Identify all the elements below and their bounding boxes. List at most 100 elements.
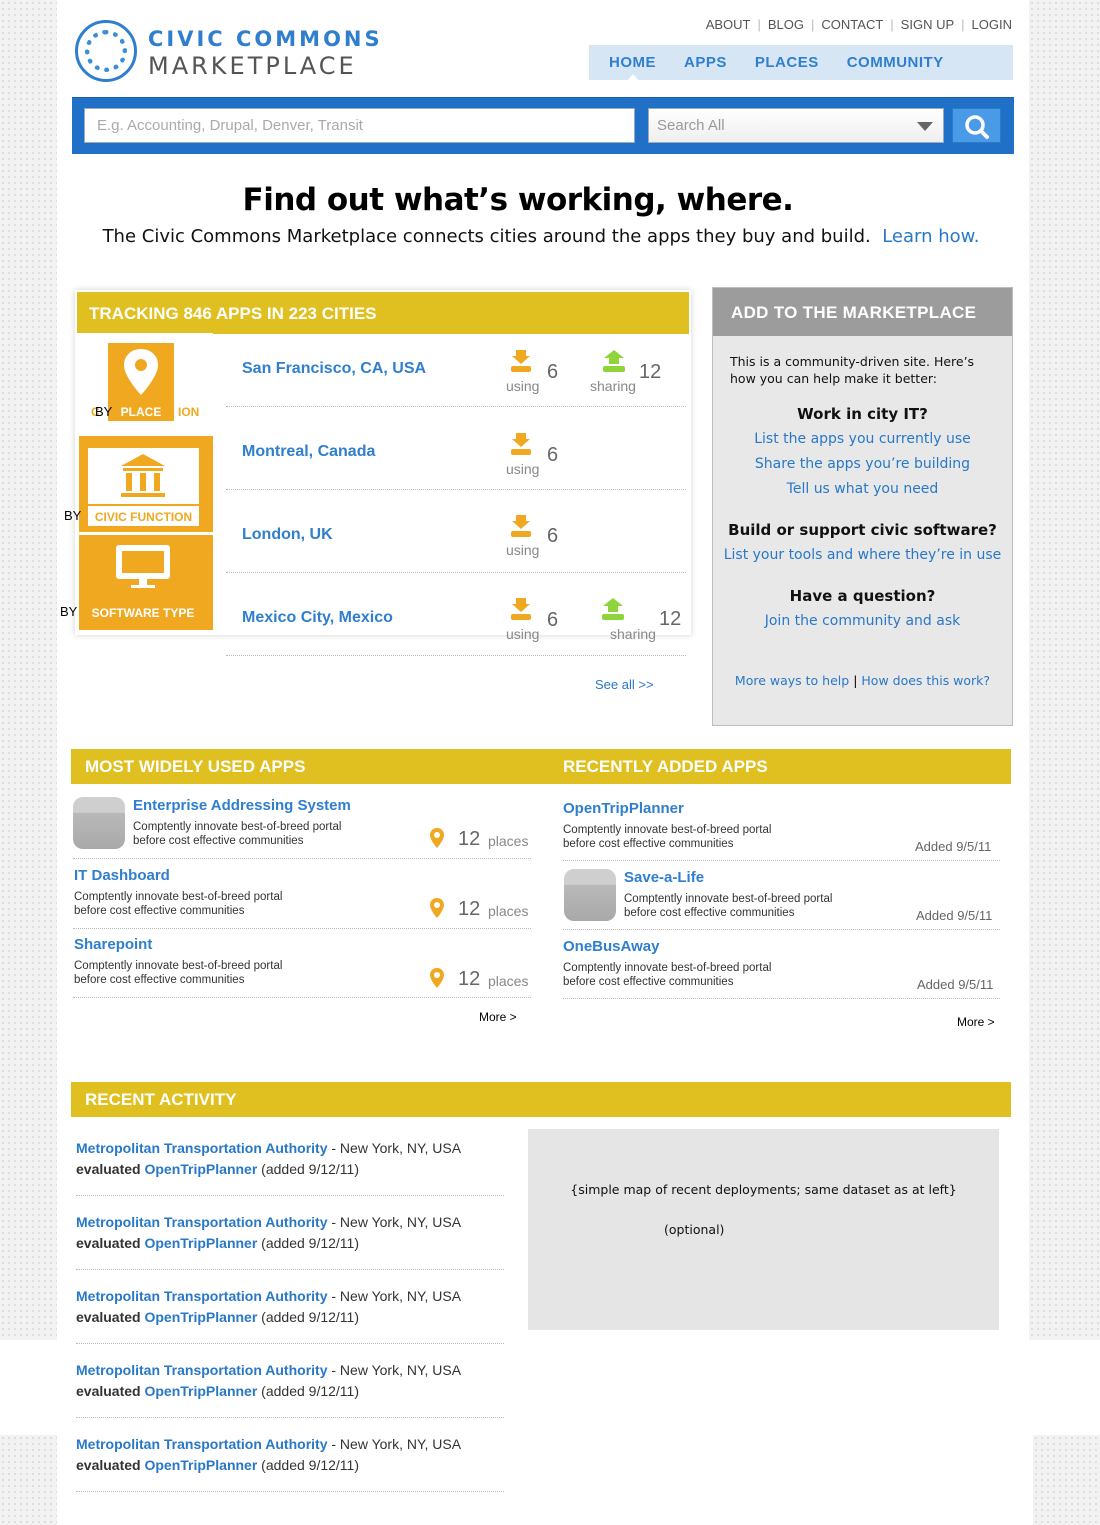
row-divider — [76, 1417, 504, 1418]
top-link-blog[interactable]: BLOG — [768, 17, 804, 32]
recent-activity-bar: RECENT ACTIVITY — [71, 1082, 1011, 1117]
row-divider — [563, 860, 1000, 861]
map-pin-icon — [124, 349, 158, 395]
using-count-1: 6 — [547, 444, 559, 466]
recent-app-1[interactable]: Save-a-Life — [624, 869, 704, 886]
activity-item: Metropolitan Transportation Authority - … — [76, 1212, 506, 1254]
learn-how-link[interactable]: Learn how. — [882, 226, 979, 247]
activity-app-link[interactable]: OpenTripPlanner — [144, 1161, 257, 1177]
separator: | — [811, 17, 815, 32]
search-icon — [965, 115, 989, 139]
activity-app-link[interactable]: OpenTripPlanner — [144, 1235, 257, 1251]
civic-function-icon-box — [88, 448, 199, 504]
nav-apps[interactable]: APPS — [684, 54, 727, 71]
recent-deployments-map[interactable]: {simple map of recent deployments; same … — [528, 1129, 999, 1330]
link-share-apps[interactable]: Share the apps you’re building — [713, 456, 1012, 472]
link-tell-us[interactable]: Tell us what you need — [713, 481, 1012, 497]
places-count: 12 — [458, 968, 481, 990]
activity-app-link[interactable]: OpenTripPlanner — [144, 1457, 257, 1473]
download-icon — [511, 598, 531, 620]
app-desc-line1: Comptently innovate best-of-breed portal — [133, 821, 342, 833]
row-divider — [76, 1343, 504, 1344]
most-used-app-1[interactable]: IT Dashboard — [74, 867, 170, 884]
activity-verb: evaluated — [76, 1161, 145, 1177]
map-optional: (optional) — [664, 1222, 725, 1237]
how-works-link[interactable]: How does this work? — [861, 673, 990, 688]
add-panel-intro: This is a community-driven site. Here’s … — [730, 354, 975, 386]
top-link-contact[interactable]: CONTACT — [821, 17, 883, 32]
row-divider — [226, 572, 686, 573]
using-label-1: using — [506, 461, 540, 477]
activity-org-link[interactable]: Metropolitan Transportation Authority — [76, 1288, 327, 1304]
app-desc-line2: before cost effective communities — [563, 976, 734, 988]
civic-commons-logo-icon[interactable] — [75, 20, 137, 82]
download-icon — [511, 433, 531, 455]
row-divider — [76, 1269, 504, 1270]
link-list-apps[interactable]: List the apps you currently use — [713, 431, 1012, 447]
see-all-link[interactable]: See all >> — [595, 677, 654, 692]
search-input[interactable]: E.g. Accounting, Drupal, Denver, Transit — [84, 108, 635, 143]
link-join-community[interactable]: Join the community and ask — [713, 613, 1012, 629]
nav-places[interactable]: PLACES — [755, 54, 819, 71]
separator: | — [890, 17, 894, 32]
added-date: Added 9/5/11 — [916, 908, 993, 923]
map-pin-icon — [430, 898, 444, 918]
app-desc-line1: Comptently innovate best-of-breed portal — [74, 891, 283, 903]
city-link-3[interactable]: Mexico City, Mexico — [242, 609, 393, 627]
nav-community[interactable]: COMMUNITY — [847, 54, 944, 71]
app-desc-line2: before cost effective communities — [74, 905, 245, 917]
activity-org-link[interactable]: Metropolitan Transportation Authority — [76, 1140, 327, 1156]
most-used-app-0[interactable]: Enterprise Addressing System — [133, 797, 351, 814]
top-link-login[interactable]: LOGIN — [972, 17, 1012, 32]
most-used-more-link[interactable]: More > — [479, 1010, 517, 1024]
activity-verb: evaluated — [76, 1235, 145, 1251]
activity-verb: evaluated — [76, 1309, 145, 1325]
activity-app-link[interactable]: OpenTripPlanner — [144, 1383, 257, 1399]
activity-app-link[interactable]: OpenTripPlanner — [144, 1309, 257, 1325]
recently-added-more-link[interactable]: More > — [957, 1015, 995, 1029]
search-scope-select[interactable]: Search All — [648, 108, 944, 143]
dropdown-arrow-icon — [917, 122, 933, 131]
city-link-1[interactable]: Montreal, Canada — [242, 443, 375, 461]
activity-org-link[interactable]: Metropolitan Transportation Authority — [76, 1436, 327, 1452]
map-note: {simple map of recent deployments; same … — [570, 1182, 957, 1197]
heading-work-in-city-it: Work in city IT? — [797, 405, 928, 423]
search-button[interactable] — [952, 108, 1001, 143]
activity-org-link[interactable]: Metropolitan Transportation Authority — [76, 1214, 327, 1230]
places-label: places — [488, 973, 529, 989]
activity-org-link[interactable]: Metropolitan Transportation Authority — [76, 1362, 327, 1378]
city-link-0[interactable]: San Francisco, CA, USA — [242, 360, 426, 378]
logo-subtitle[interactable]: MARKETPLACE — [148, 52, 357, 80]
activity-item: Metropolitan Transportation Authority - … — [76, 1138, 506, 1180]
heading-build-support: Build or support civic software? — [728, 521, 997, 539]
activity-added: (added 9/12/11) — [257, 1457, 360, 1473]
activity-location: - New York, NY, USA — [327, 1214, 462, 1230]
row-divider — [76, 1491, 504, 1492]
top-link-signup[interactable]: SIGN UP — [901, 17, 954, 32]
added-date: Added 9/5/11 — [917, 977, 994, 992]
footer-separator: | — [853, 673, 858, 688]
activity-location: - New York, NY, USA — [327, 1436, 462, 1452]
app-thumbnail — [73, 797, 125, 849]
most-used-app-2[interactable]: Sharepoint — [74, 936, 152, 953]
recent-app-0[interactable]: OpenTripPlanner — [563, 800, 684, 817]
using-count-2: 6 — [547, 525, 559, 547]
activity-item: Metropolitan Transportation Authority - … — [76, 1360, 506, 1402]
sharing-count-3: 12 — [659, 608, 682, 630]
top-link-about[interactable]: ABOUT — [706, 17, 751, 32]
city-link-2[interactable]: London, UK — [242, 526, 333, 544]
more-ways-link[interactable]: More ways to help — [735, 673, 849, 688]
app-desc-line2: before cost effective communities — [133, 835, 304, 847]
row-divider — [73, 928, 531, 929]
map-pin-icon — [430, 968, 444, 988]
link-list-tools[interactable]: List your tools and where they’re in use — [713, 547, 1012, 563]
upload-icon — [602, 598, 624, 620]
app-desc-line1: Comptently innovate best-of-breed portal — [74, 960, 283, 972]
recent-app-2[interactable]: OneBusAway — [563, 938, 659, 955]
app-desc-line1: Comptently innovate best-of-breed portal — [624, 893, 833, 905]
logo-title[interactable]: CIVIC COMMONS — [148, 27, 383, 51]
places-count: 12 — [458, 828, 481, 850]
add-panel-title: ADD TO THE MARKETPLACE — [713, 288, 1012, 336]
nav-home[interactable]: HOME — [609, 54, 656, 71]
page-subline: The Civic Commons Marketplace connects c… — [0, 226, 1082, 247]
